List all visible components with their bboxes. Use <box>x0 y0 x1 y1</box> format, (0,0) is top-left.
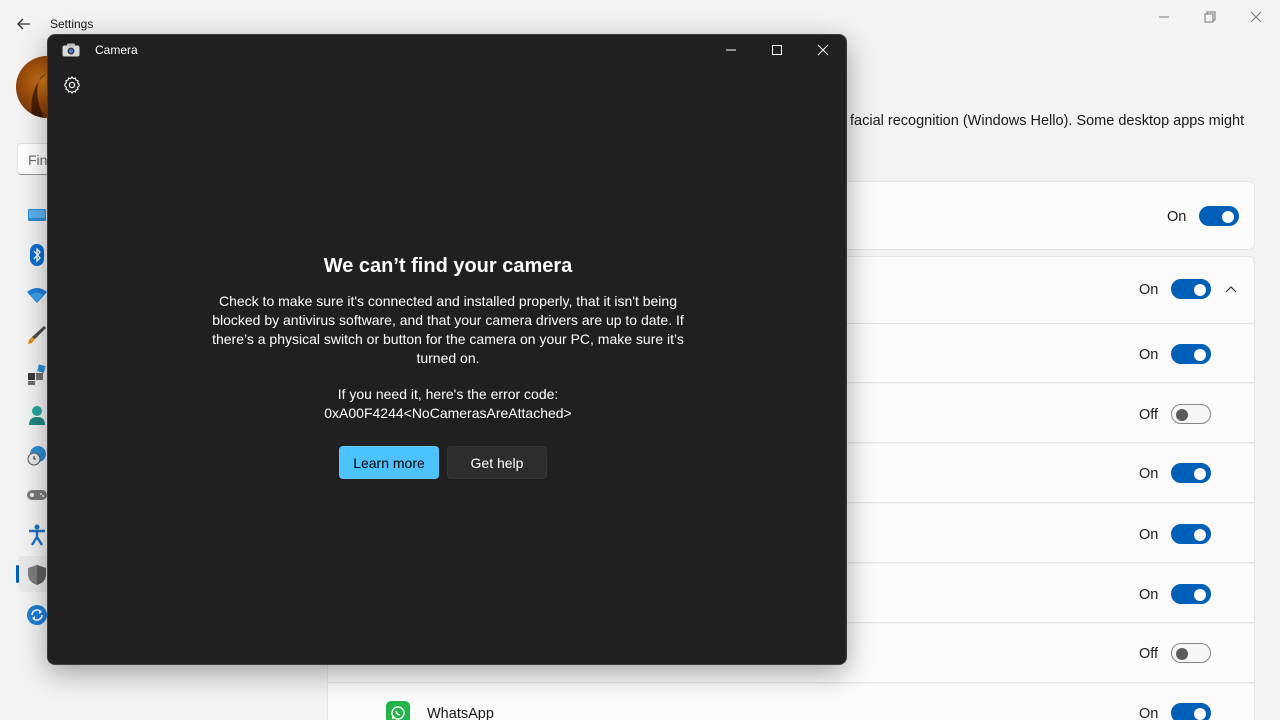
camera-window-title: Camera <box>95 43 138 57</box>
restore-icon[interactable] <box>1195 6 1225 28</box>
chevron-up-icon[interactable] <box>1224 282 1238 296</box>
app-row-state: On <box>1139 347 1159 363</box>
camera-app-icon <box>62 43 80 57</box>
app-row-state: Off <box>1139 646 1159 662</box>
camera-maximize-icon[interactable] <box>757 37 797 63</box>
error-code-intro: If you need it, here's the error code: <box>337 386 559 402</box>
app-row-toggle[interactable] <box>1171 584 1211 604</box>
error-code: 0xA00F4244<NoCamerasAreAttached> <box>324 405 572 421</box>
camera-close-icon[interactable] <box>803 37 843 63</box>
gear-icon[interactable] <box>62 75 82 95</box>
app-row-state: Off <box>1139 407 1159 423</box>
camera-window: Camera We can’t find your camera Check t… <box>47 34 847 665</box>
back-arrow-icon[interactable] <box>14 14 34 34</box>
apps-access-toggle[interactable] <box>1171 279 1211 299</box>
page-description: facial recognition (Windows Hello). Some… <box>850 113 1245 129</box>
whatsapp-state: On <box>1139 706 1159 720</box>
app-row-state: On <box>1139 527 1159 543</box>
error-title: We can’t find your camera <box>323 255 573 277</box>
app-row-toggle[interactable] <box>1171 643 1211 663</box>
minimize-icon[interactable] <box>1149 6 1179 28</box>
app-row-toggle[interactable] <box>1171 344 1211 364</box>
error-message: Check to make sure it's connected and in… <box>212 293 684 366</box>
app-row-state: On <box>1139 466 1159 482</box>
camera-access-toggle[interactable] <box>1199 206 1239 226</box>
app-row-toggle[interactable] <box>1171 524 1211 544</box>
app-row-toggle[interactable] <box>1171 463 1211 483</box>
whatsapp-toggle[interactable] <box>1171 703 1211 720</box>
close-icon[interactable] <box>1241 6 1271 28</box>
nav-selected-indicator <box>16 565 19 583</box>
settings-title: Settings <box>50 17 94 31</box>
camera-access-state: On <box>1167 209 1187 225</box>
whatsapp-icon <box>386 701 410 720</box>
camera-minimize-icon[interactable] <box>711 37 751 63</box>
app-row-state: On <box>1139 587 1159 603</box>
app-row-toggle[interactable] <box>1171 404 1211 424</box>
apps-access-state: On <box>1139 282 1159 298</box>
whatsapp-label: WhatsApp <box>427 706 494 720</box>
get-help-button[interactable]: Get help <box>447 446 547 479</box>
learn-more-button[interactable]: Learn more <box>339 446 439 479</box>
